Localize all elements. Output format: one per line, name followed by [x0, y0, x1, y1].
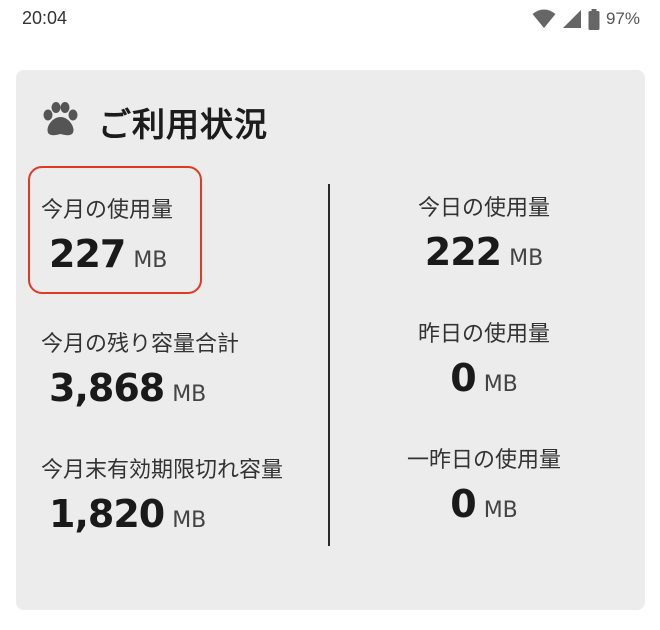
stat-this-month-usage: 今月の使用量 227 MB: [41, 192, 173, 276]
battery-icon: [588, 8, 600, 30]
wifi-icon: [532, 9, 556, 29]
stat-yesterday-usage: 昨日の使用量 0 MB: [334, 316, 634, 400]
stat-value: 0: [450, 482, 476, 526]
card-header: ご利用状況: [40, 98, 268, 146]
usage-card: ご利用状況 今月の使用量 227 MB 今月の残り容量合計 3,868 MB 今…: [16, 70, 645, 610]
stat-label: 昨日の使用量: [417, 322, 550, 347]
stat-today-usage: 今日の使用量 222 MB: [334, 190, 634, 274]
column-divider: [328, 184, 330, 546]
stat-value: 1,820: [49, 492, 165, 536]
signal-icon: [562, 9, 582, 29]
stat-label: 今月の残り容量合計: [41, 332, 240, 357]
stat-unit: MB: [172, 382, 207, 407]
stat-unit: MB: [133, 248, 168, 273]
stat-value: 0: [450, 356, 476, 400]
stat-unit: MB: [483, 372, 518, 397]
stat-unit: MB: [172, 508, 207, 533]
stat-value: 227: [49, 232, 126, 276]
stat-value: 222: [424, 230, 502, 274]
status-bar: 20:04 97%: [0, 0, 660, 40]
stat-unit: MB: [509, 246, 544, 271]
stat-label: 一昨日の使用量: [406, 448, 561, 473]
stat-day-before-yesterday-usage: 一昨日の使用量 0 MB: [334, 442, 634, 526]
stat-value: 3,868: [49, 366, 165, 410]
stat-label: 今月の使用量: [41, 198, 174, 223]
stat-expiring-month-end: 今月末有効期限切れ容量 1,820 MB: [41, 452, 283, 536]
stat-label: 今月末有効期限切れ容量: [41, 458, 284, 483]
stat-unit: MB: [483, 498, 518, 523]
stat-label: 今日の使用量: [417, 196, 550, 221]
status-icons: 97%: [532, 8, 640, 30]
status-time: 20:04: [22, 8, 68, 28]
paw-icon: [40, 102, 80, 142]
card-title: ご利用状況: [98, 105, 268, 144]
stat-remaining-total: 今月の残り容量合計 3,868 MB: [41, 326, 239, 410]
battery-percent: 97%: [605, 9, 640, 28]
